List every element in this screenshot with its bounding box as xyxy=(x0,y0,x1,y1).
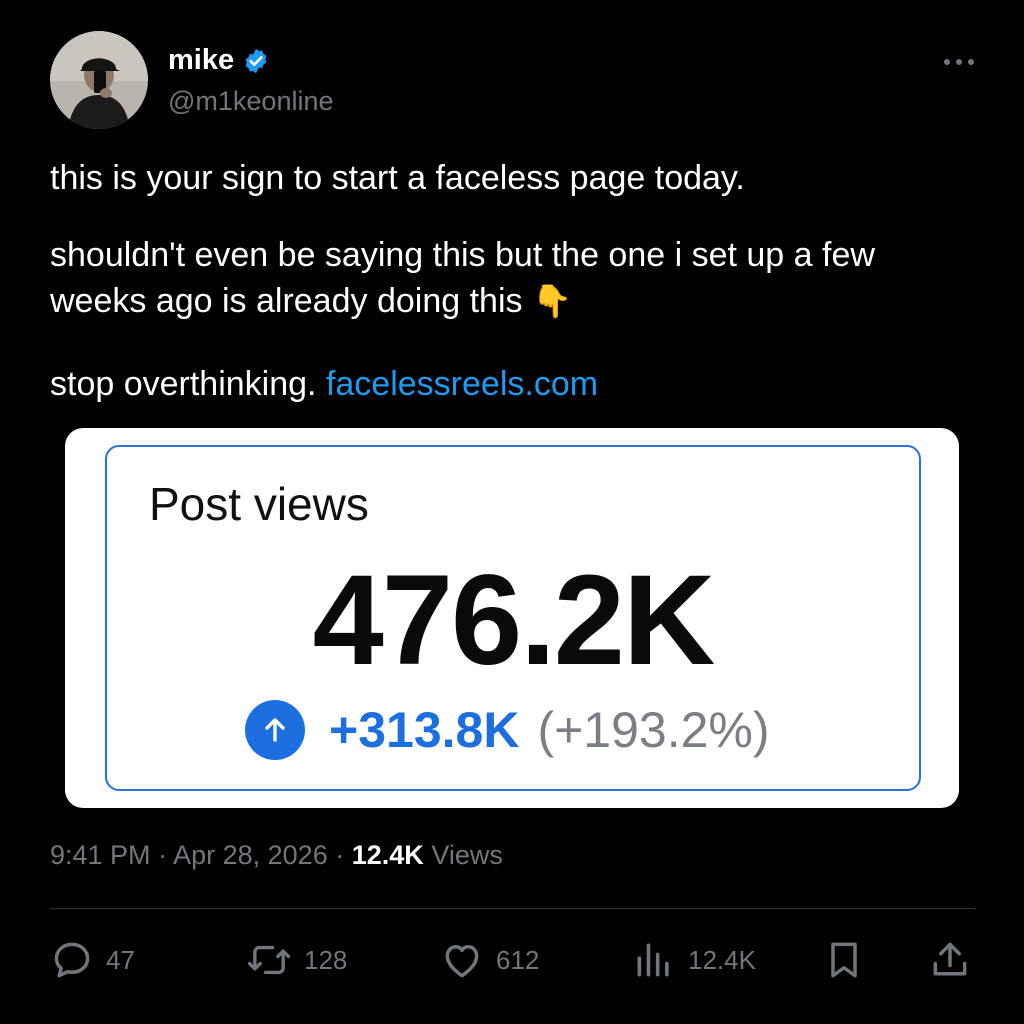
author-name-row: mike xyxy=(168,44,270,77)
media-card[interactable]: Post views 476.2K +313.8K (+193.2%) xyxy=(65,428,959,808)
delta-value: +313.8K xyxy=(329,702,520,758)
tweet-date[interactable]: Apr 28, 2026 xyxy=(173,840,328,870)
stats-panel: Post views 476.2K +313.8K (+193.2%) xyxy=(105,445,921,791)
post-views-value: 476.2K xyxy=(312,549,716,692)
bookmark-icon xyxy=(831,942,857,978)
like-button[interactable]: 612 xyxy=(440,938,539,982)
share-icon xyxy=(933,942,967,976)
card-title: Post views xyxy=(149,478,369,530)
views-action-count: 12.4K xyxy=(688,944,756,975)
tweet-line-1: this is your sign to start a faceless pa… xyxy=(50,159,745,197)
action-bar: 47 128 612 12.4K xyxy=(50,938,975,988)
author-handle[interactable]: @m1keonline xyxy=(168,86,334,117)
reply-button[interactable]: 47 xyxy=(50,938,135,982)
delta-percent: (+193.2%) xyxy=(537,702,770,758)
reply-icon xyxy=(54,942,90,978)
share-button[interactable] xyxy=(928,938,972,982)
like-icon xyxy=(445,945,479,978)
meta-separator: · xyxy=(335,840,345,870)
verified-badge-icon xyxy=(245,48,267,73)
tweet-time[interactable]: 9:41 PM xyxy=(50,840,151,870)
views-count: 12.4K xyxy=(351,840,424,870)
views-label: Views xyxy=(431,840,503,870)
bookmark-button[interactable] xyxy=(822,938,866,982)
tweet-meta: 9:41 PM · Apr 28, 2026 · 12.4K Views xyxy=(50,840,503,871)
repost-count: 128 xyxy=(304,944,348,975)
pointing-down-emoji: 👇 xyxy=(531,283,572,319)
views-button[interactable]: 12.4K xyxy=(632,938,756,982)
author-name[interactable]: mike xyxy=(168,44,234,77)
tweet-line-2: shouldn't even be saying this but the on… xyxy=(50,232,950,324)
arrow-up-icon xyxy=(245,700,305,760)
tweet-link[interactable]: facelessreels.com xyxy=(326,365,598,403)
meta-separator: · xyxy=(158,840,168,870)
views-icon xyxy=(637,943,669,977)
tweet-line-2-text: shouldn't even be saying this but the on… xyxy=(50,236,875,320)
tweet-line-3: stop overthinking. facelessreels.com xyxy=(50,361,598,407)
avatar[interactable] xyxy=(50,31,148,129)
divider xyxy=(50,908,975,909)
more-icon[interactable] xyxy=(942,52,976,72)
repost-icon xyxy=(247,945,291,975)
tweet-line-3-text: stop overthinking. xyxy=(50,365,317,403)
repost-button[interactable]: 128 xyxy=(246,938,347,982)
reply-count: 47 xyxy=(106,944,135,975)
like-count: 612 xyxy=(496,944,540,975)
delta-row: +313.8K (+193.2%) xyxy=(245,700,770,760)
